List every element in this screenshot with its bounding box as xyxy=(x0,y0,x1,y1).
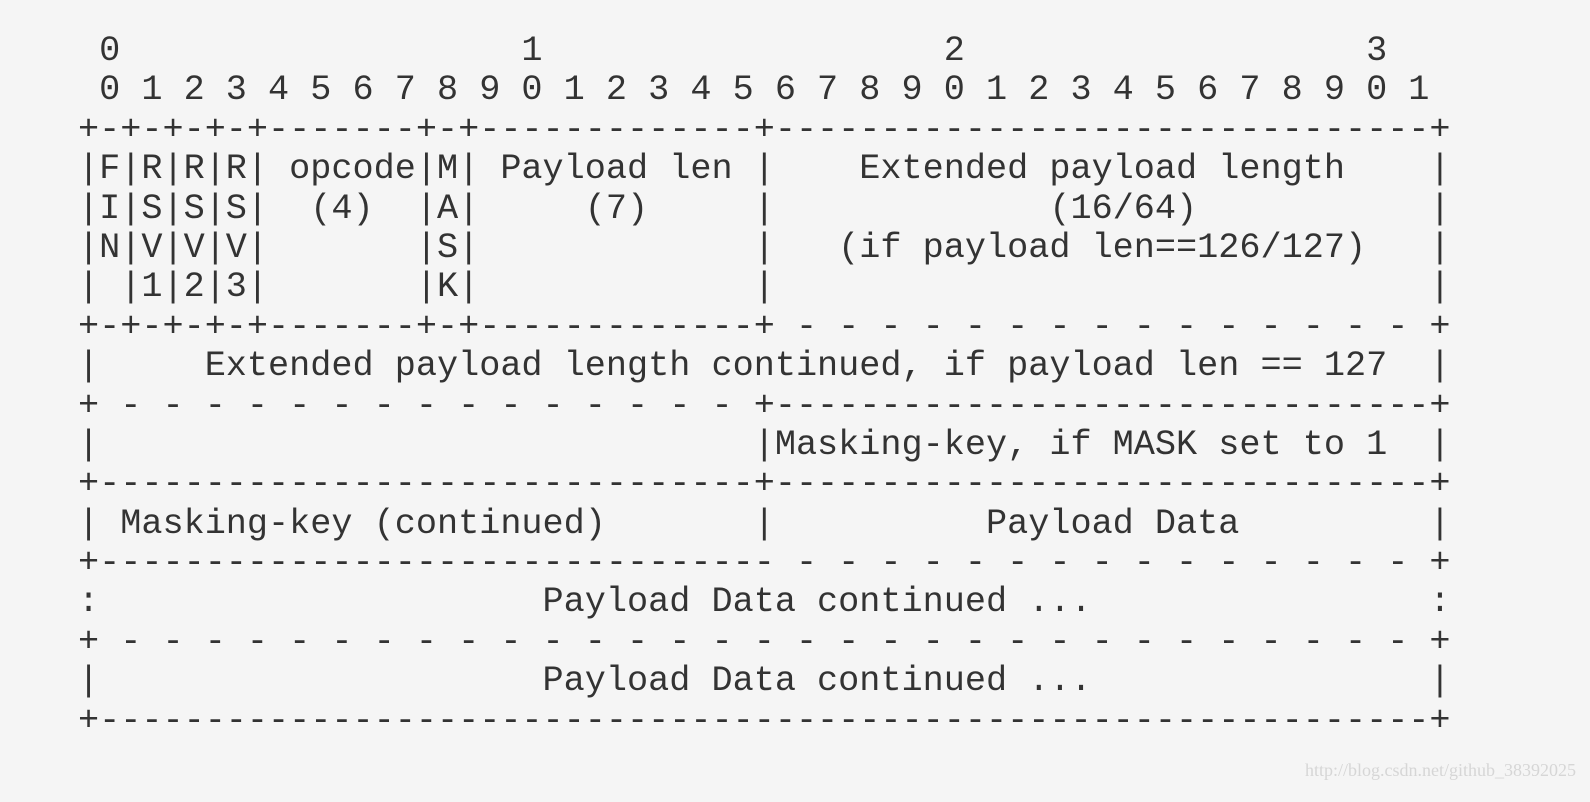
diagram-line: +-------------------------------- - - - … xyxy=(78,543,1451,584)
watermark: http://blog.csdn.net/github_38392025 xyxy=(1305,760,1576,780)
diagram-line: + - - - - - - - - - - - - - - - +-------… xyxy=(78,385,1451,426)
diagram-line: 0 1 2 3 xyxy=(78,31,1388,71)
diagram-line: +-+-+-+-+-------+-+-------------+ - - - … xyxy=(78,306,1451,347)
websocket-frame-diagram: 0 1 2 3 0 1 2 3 4 5 6 7 8 9 0 1 2 3 4 5 … xyxy=(78,31,1451,741)
diagram-line: |N|V|V|V| |S| | (if payload len==126/127… xyxy=(78,227,1451,268)
diagram-line: |F|R|R|R| opcode|M| Payload len | Extend… xyxy=(78,149,1451,190)
diagram-line: | |1|2|3| |K| | | xyxy=(78,267,1451,308)
diagram-line: : Payload Data continued ... : xyxy=(78,582,1451,623)
diagram-line: + - - - - - - - - - - - - - - - - - - - … xyxy=(78,621,1451,662)
diagram-line: | Masking-key (continued) | Payload Data… xyxy=(78,503,1451,544)
diagram-line: | Payload Data continued ... | xyxy=(78,661,1451,702)
diagram-line: |I|S|S|S| (4) |A| (7) | (16/64) | xyxy=(78,188,1451,229)
diagram-line: | Extended payload length continued, if … xyxy=(78,346,1451,387)
diagram-line: 0 1 2 3 4 5 6 7 8 9 0 1 2 3 4 5 6 7 8 9 … xyxy=(78,70,1430,111)
diagram-line: | |Masking-key, if MASK set to 1 | xyxy=(78,424,1451,465)
diagram-line: +---------------------------------------… xyxy=(78,700,1451,741)
diagram-line: +-------------------------------+-------… xyxy=(78,464,1451,505)
diagram-line: +-+-+-+-+-------+-+-------------+-------… xyxy=(78,109,1451,150)
